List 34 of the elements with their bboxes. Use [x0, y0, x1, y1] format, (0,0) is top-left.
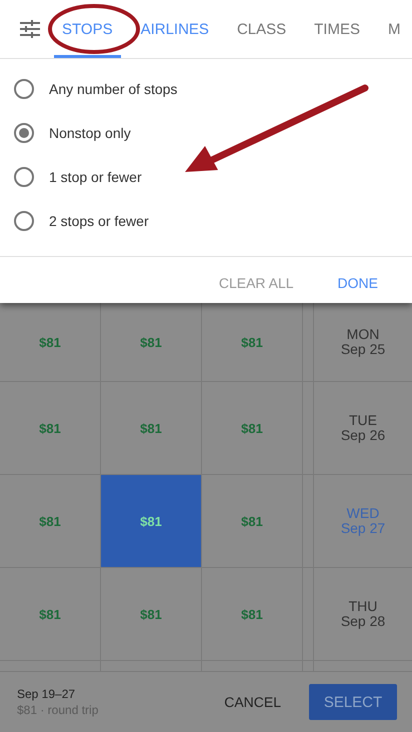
done-button[interactable]: DONE — [328, 269, 388, 297]
sliders-icon[interactable] — [20, 20, 40, 38]
filter-tab[interactable]: AIRLINES — [132, 0, 217, 58]
filter-tab[interactable]: STOPS — [54, 0, 121, 58]
date-label: MON Sep 25 — [340, 325, 386, 359]
price-cell[interactable]: $81 — [101, 303, 202, 381]
option-label: 2 stops or fewer — [49, 213, 149, 229]
price-cell[interactable]: $81 — [0, 303, 101, 381]
trip-dates: Sep 19–27 — [17, 687, 76, 701]
price-cell[interactable]: $81 — [202, 568, 303, 660]
select-button[interactable]: SELECT — [309, 684, 397, 720]
price-cell[interactable]: $81 — [202, 475, 303, 567]
price-cell[interactable]: $81 — [202, 382, 303, 474]
price-cell[interactable]: $81 — [0, 568, 101, 660]
filter-tab[interactable]: TIMES — [306, 0, 368, 58]
price-cell[interactable]: $81 — [0, 382, 101, 474]
cancel-button[interactable]: CANCEL — [218, 693, 287, 711]
radio-button[interactable] — [14, 167, 34, 187]
price-cell[interactable]: $81 — [101, 382, 202, 474]
clear-all-button[interactable]: CLEAR ALL — [208, 269, 304, 297]
price-cell[interactable]: $81 — [202, 303, 303, 381]
date-label: WED Sep 27 — [340, 504, 386, 538]
price-cell[interactable]: $81 — [101, 568, 202, 660]
option-label: Any number of stops — [49, 81, 178, 97]
price-cell[interactable]: $81 — [101, 475, 202, 567]
radio-button[interactable] — [14, 123, 34, 143]
date-label: THU Sep 28 — [340, 597, 386, 631]
radio-button[interactable] — [14, 211, 34, 231]
filter-tab[interactable]: M — [380, 0, 408, 58]
filter-tab[interactable]: CLASS — [228, 0, 294, 58]
date-label: TUE Sep 26 — [340, 411, 386, 445]
option-label: Nonstop only — [49, 125, 131, 141]
radio-button[interactable] — [14, 79, 34, 99]
option-label: 1 stop or fewer — [49, 169, 142, 185]
